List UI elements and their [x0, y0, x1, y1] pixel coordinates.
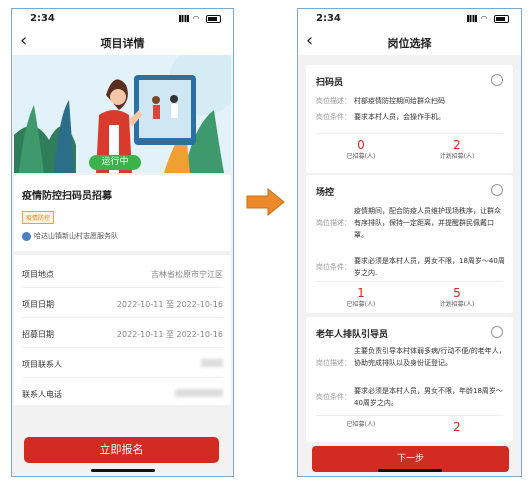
position-stats: 1 已招募(人) 5 计划招募(人): [316, 281, 503, 312]
select-radio[interactable]: [491, 74, 503, 86]
page-title: 岗位选择: [387, 37, 432, 50]
detail-row-project-date: 项目日期 2022-10-11 至 2022-10-16: [22, 289, 223, 318]
recruited-stat: 已招募(人): [316, 420, 406, 429]
desc-label: 岗位描述：: [316, 219, 351, 227]
position-name: 扫码员: [316, 78, 344, 88]
battery-icon: [494, 14, 509, 23]
detail-row-recruit-date: 招募日期 2022-10-11 至 2022-10-16: [22, 319, 223, 348]
position-stats: 已招募(人) 2: [316, 415, 503, 446]
planned-count: 5: [453, 286, 461, 300]
project-detail-screen: 2:34 ◠ ‹ 项目详情 运行中 疫情防控扫码员招募 疫情防控 哈达山镇新山村…: [11, 8, 234, 477]
position-name: 老年人排队引导员: [316, 330, 389, 340]
position-name: 场控: [316, 188, 335, 198]
planned-stat: 2 计划招募(人): [412, 138, 502, 161]
nav-bar: ‹ 项目详情: [12, 29, 233, 55]
position-stats: 0 已招募(人) 2 计划招募(人): [316, 133, 503, 164]
position-card[interactable]: 场控 岗位描述： 疫情期间，配合防疫人员维护现场秩序，让群众有序排队，保持一定距…: [306, 175, 513, 313]
flow-arrow-icon: [246, 188, 285, 216]
planned-count: 2: [453, 420, 461, 434]
position-cond: 要求必须是本村人员，男女不限，18周岁～40周岁之内.: [354, 257, 505, 277]
select-radio[interactable]: [491, 184, 503, 196]
position-cond-row: 岗位条件： 要求必须是本村人员，男女不限，18周岁～40周岁之内.: [316, 255, 506, 281]
category-tag: 疫情防控: [22, 211, 55, 224]
team-icon: [22, 231, 31, 241]
status-time: 2:34: [316, 13, 341, 24]
recruited-count: 1: [357, 286, 365, 300]
home-indicator: [377, 469, 442, 472]
cond-label: 岗位条件：: [316, 263, 351, 271]
detail-row-contact: 项目联系人: [22, 349, 223, 378]
detail-label: 联系人电话: [22, 390, 62, 399]
project-title: 疫情防控扫码员招募: [22, 191, 112, 202]
position-desc-row: 岗位描述： 疫情期间，配合防疫人员维护现场秩序，让群众有序排队，保持一定距离，并…: [316, 205, 506, 253]
cond-label: 岗位条件：: [316, 393, 351, 401]
detail-label: 项目联系人: [22, 360, 62, 369]
wifi-icon: ◠: [192, 14, 201, 23]
position-desc-row: 岗位描述： 主要负责引导本村体弱多病/行动不便/的老年人，协助完成排队以及身份证…: [316, 345, 506, 383]
status-icons: ◠: [466, 14, 509, 23]
status-bar: 2:34 ◠: [298, 9, 521, 29]
position-select-screen: 2:34 ◠ ‹ 岗位选择 扫码员 岗位描述： 村部疫情防控期间给群众扫码 岗位…: [297, 8, 522, 477]
detail-label: 招募日期: [22, 330, 54, 339]
recruited-stat: 1 已招募(人): [316, 286, 406, 309]
status-bar: 2:34 ◠: [12, 9, 233, 29]
project-info-card: 疫情防控扫码员招募 疫情防控 哈达山镇新山村志愿服务队: [14, 175, 231, 251]
position-desc: 村部疫情防控期间给群众扫码: [354, 97, 445, 105]
project-banner-image: 运行中: [14, 55, 231, 173]
nav-bar: ‹ 岗位选择: [298, 29, 521, 55]
position-cond: 要求必须是本村人员，男女不限，年龄18周岁～40周岁之内。: [354, 387, 503, 407]
position-desc-row: 岗位描述： 村部疫情防控期间给群众扫码: [316, 95, 506, 109]
detail-value: 吉林省松原市宁江区: [151, 270, 223, 279]
position-cond-row: 岗位条件： 要求必须是本村人员，男女不限，年龄18周岁～40周岁之内。: [316, 385, 506, 411]
desc-label: 岗位描述：: [316, 97, 351, 105]
planned-stat: 5 计划招募(人): [412, 286, 502, 309]
organizer-name: 哈达山镇新山村志愿服务队: [34, 232, 118, 240]
apply-now-button[interactable]: 立即报名: [24, 437, 219, 463]
position-card[interactable]: 扫码员 岗位描述： 村部疫情防控期间给群众扫码 岗位条件： 要求本村人员，会操作…: [306, 65, 513, 173]
detail-value: 2022-10-11 至 2022-10-16: [116, 300, 223, 309]
page-title: 项目详情: [100, 37, 145, 50]
wifi-icon: ◠: [480, 14, 489, 23]
battery-icon: [206, 14, 221, 23]
detail-row-phone: 联系人电话: [22, 379, 223, 407]
status-badge: 运行中: [89, 155, 141, 170]
planned-count: 2: [453, 138, 461, 152]
planned-stat: 2: [412, 420, 502, 434]
detail-label: 项目日期: [22, 300, 54, 309]
signal-icon: [178, 15, 189, 22]
detail-row-location: 项目地点 吉林省松原市宁江区: [22, 259, 223, 288]
detail-value-redacted: [175, 389, 223, 399]
recruited-label: 已招募(人): [346, 153, 376, 160]
project-details-card: 项目地点 吉林省松原市宁江区 项目日期 2022-10-11 至 2022-10…: [14, 255, 231, 405]
position-cond-row: 岗位条件： 要求本村人员，会操作手机。: [316, 111, 506, 125]
position-card[interactable]: 老年人排队引导员 岗位描述： 主要负责引导本村体弱多病/行动不便/的老年人，协助…: [306, 317, 513, 442]
signal-icon: [466, 15, 477, 22]
position-desc: 疫情期间，配合防疫人员维护现场秩序，让群众有序排队，保持一定距离，并提醒群民佩戴…: [354, 207, 501, 239]
detail-value-redacted: [201, 359, 223, 369]
position-desc: 主要负责引导本村体弱多病/行动不便/的老年人，协助完成排队以及身份证登记。: [354, 347, 506, 367]
organizer[interactable]: 哈达山镇新山村志愿服务队: [22, 231, 118, 241]
recruited-label: 已招募(人): [346, 301, 376, 308]
status-icons: ◠: [178, 14, 221, 23]
recruited-stat: 0 已招募(人): [316, 138, 406, 161]
desc-label: 岗位描述：: [316, 359, 351, 367]
detail-label: 项目地点: [22, 270, 54, 279]
status-time: 2:34: [30, 13, 55, 24]
position-cond: 要求本村人员，会操作手机。: [354, 113, 445, 121]
select-radio[interactable]: [491, 326, 503, 338]
detail-value: 2022-10-11 至 2022-10-16: [116, 330, 223, 339]
cond-label: 岗位条件：: [316, 113, 351, 121]
planned-label: 计划招募(人): [439, 301, 475, 308]
recruited-count: 0: [357, 138, 365, 152]
home-indicator: [90, 469, 155, 472]
planned-label: 计划招募(人): [439, 153, 475, 160]
recruited-label: 已招募(人): [346, 421, 376, 428]
